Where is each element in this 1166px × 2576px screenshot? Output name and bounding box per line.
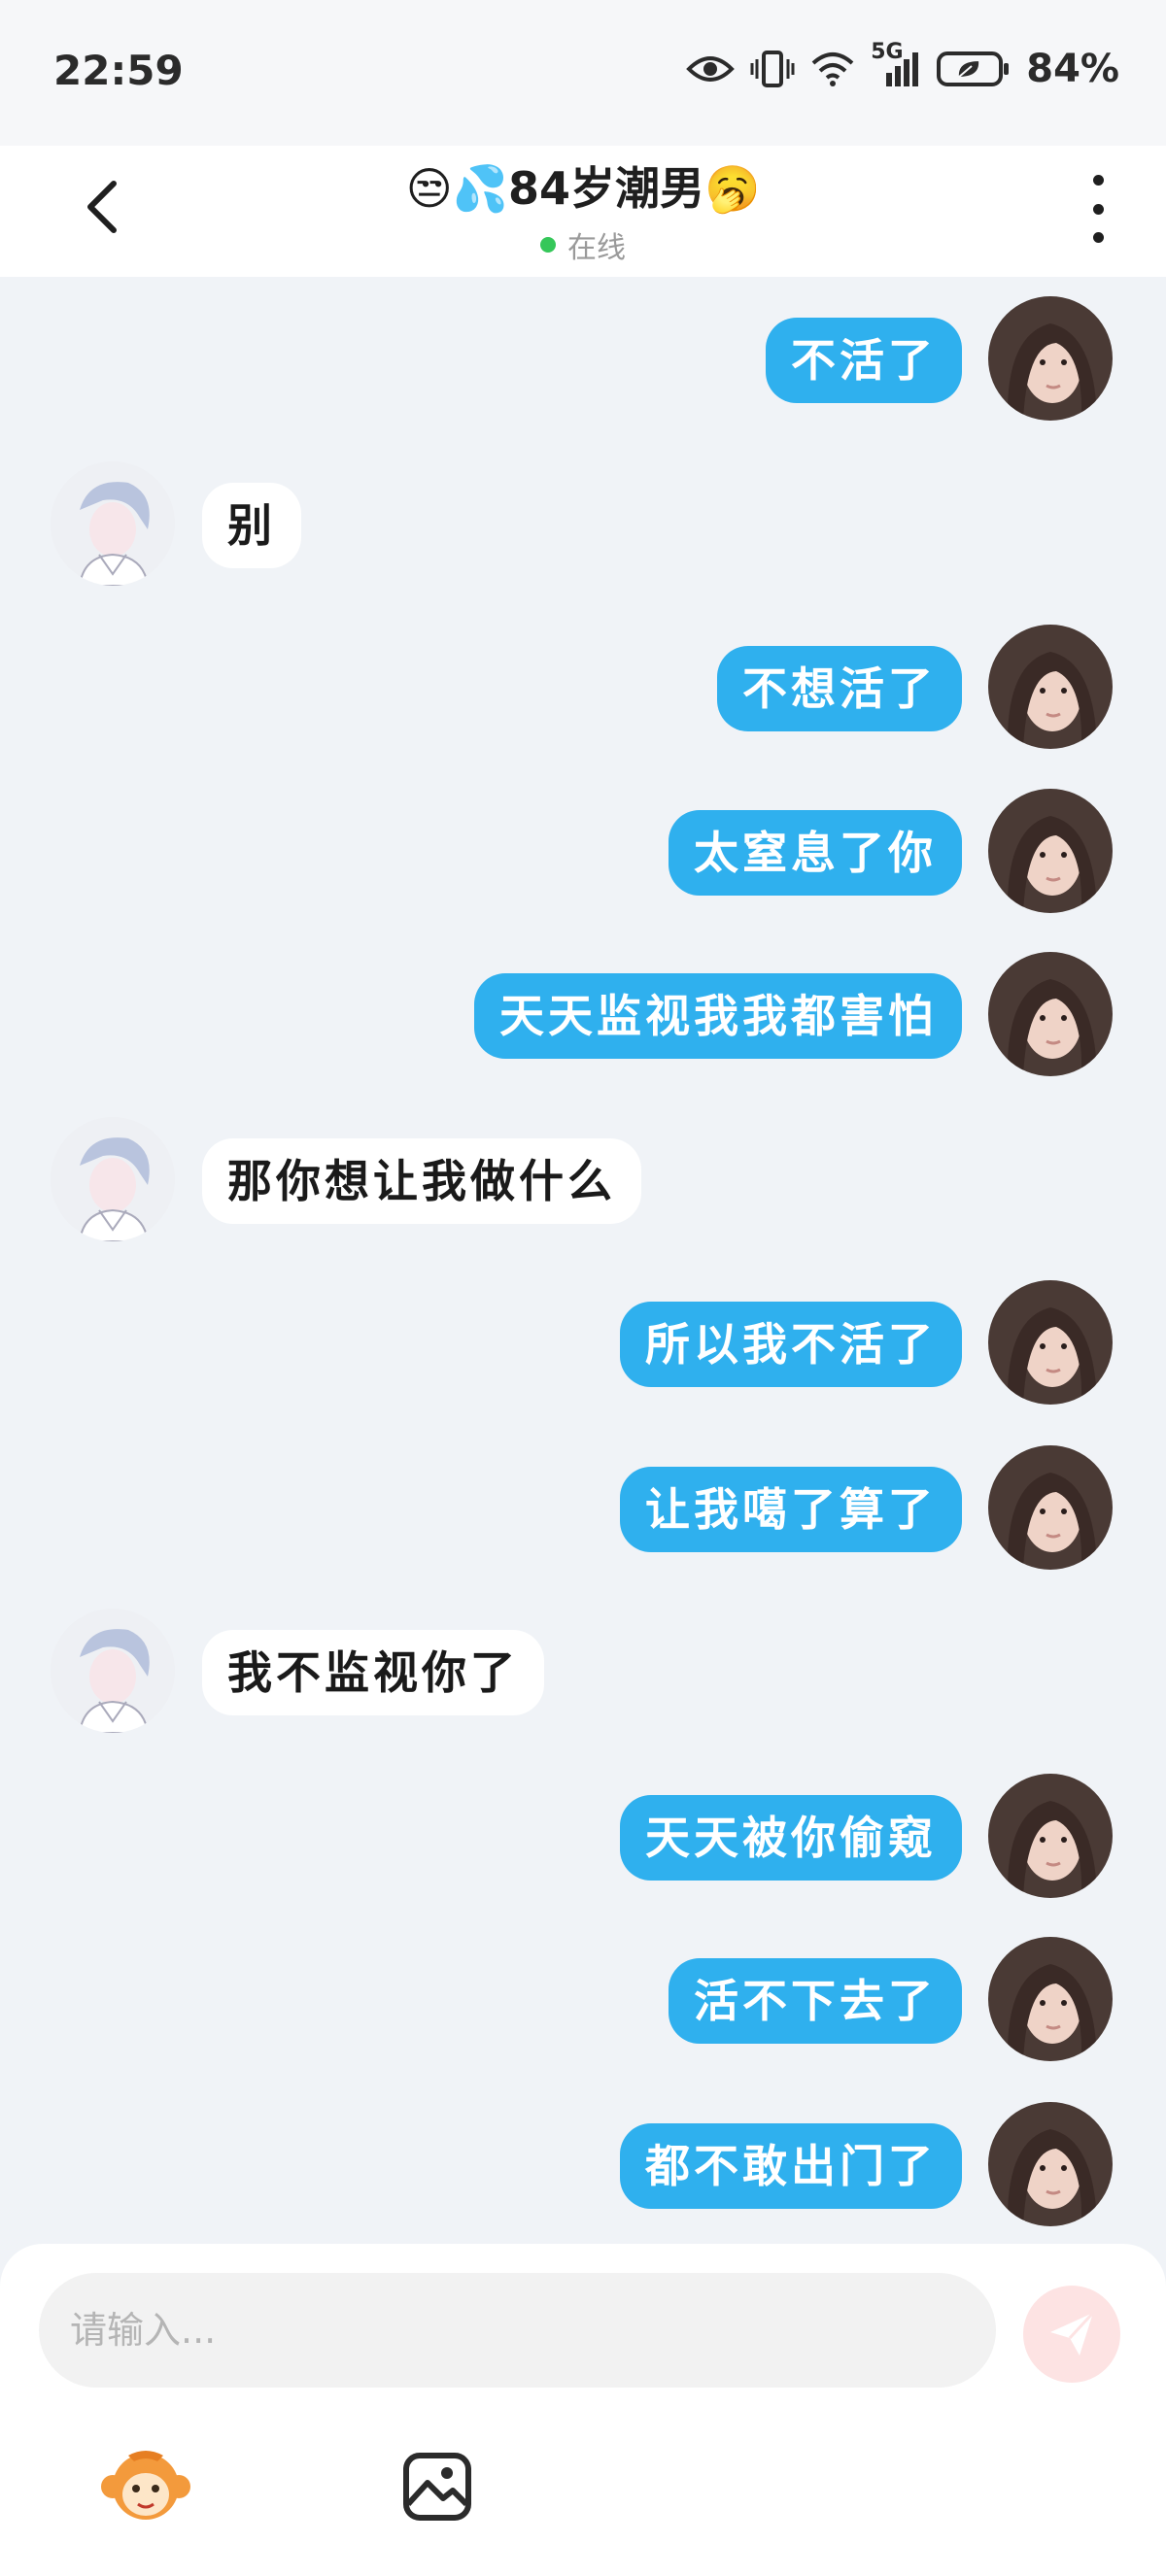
my-avatar[interactable] [988,296,1113,421]
my-avatar[interactable] [988,2102,1113,2226]
message-row: 天天监视我我都害怕 [0,952,1166,1078]
vibrate-icon [750,50,795,88]
message-bubble[interactable]: 我不监视你了 [202,1630,544,1715]
title-block: 😒💦84岁潮男🥱 在线 [0,153,1166,266]
message-row: 那你想让我做什么 [0,1117,1166,1243]
network-type-label: 5G [871,40,904,64]
message-bubble[interactable]: 活不下去了 [669,1958,962,2044]
message-bubble[interactable]: 天天被你偷窥 [620,1795,962,1881]
image-icon [403,2453,471,2521]
message-input[interactable] [39,2273,996,2388]
message-bubble[interactable]: 都不敢出门了 [620,2123,962,2209]
message-row: 太窒息了你 [0,789,1166,915]
message-bubble[interactable]: 那你想让我做什么 [202,1138,641,1224]
send-button[interactable] [1023,2286,1120,2383]
eye-icon [686,53,736,85]
message-row: 都不敢出门了 [0,2102,1166,2228]
contact-avatar[interactable] [51,461,175,586]
cellular-signal-icon: 5G [871,40,921,88]
online-status: 在线 [0,223,1166,266]
message-row: 活不下去了 [0,1937,1166,2063]
message-bubble[interactable]: 让我噶了算了 [620,1467,962,1552]
message-bubble[interactable]: 不想活了 [717,646,962,731]
status-icons: 5G 84% [686,40,1119,91]
sticker-button[interactable] [97,2438,194,2535]
status-time: 22:59 [53,47,184,94]
message-row: 不想活了 [0,625,1166,751]
my-avatar[interactable] [988,789,1113,913]
online-status-label: 在线 [567,231,626,265]
status-bar: 22:59 5G 84% [0,0,1166,146]
my-avatar[interactable] [988,625,1113,749]
online-dot [540,237,556,253]
message-bubble[interactable]: 太窒息了你 [669,810,962,896]
battery-icon [937,51,1011,87]
message-bubble[interactable]: 不活了 [766,318,962,403]
more-button[interactable] [1083,175,1113,243]
my-avatar[interactable] [988,1774,1113,1898]
contact-avatar[interactable] [51,1117,175,1241]
message-row: 天天被你偷窥 [0,1774,1166,1900]
message-row: 不活了 [0,296,1166,423]
contact-avatar[interactable] [51,1609,175,1733]
wifi-icon [810,51,855,87]
message-bubble[interactable]: 天天监视我我都害怕 [474,973,962,1059]
message-row: 别 [0,461,1166,588]
message-row: 让我噶了算了 [0,1445,1166,1572]
message-bubble[interactable]: 所以我不活了 [620,1302,962,1387]
my-avatar[interactable] [988,952,1113,1076]
my-avatar[interactable] [988,1445,1113,1570]
message-bubble[interactable]: 别 [202,483,301,568]
my-avatar[interactable] [988,1937,1113,2061]
message-row: 所以我不活了 [0,1280,1166,1407]
send-icon [1050,2311,1095,2356]
my-avatar[interactable] [988,1280,1113,1405]
message-list[interactable]: 不活了 别 不想活了 太窒息了你 天天监视我我都害怕 那你想让我做什么 所以我不… [0,277,1166,2244]
chat-header: 😒💦84岁潮男🥱 在线 [0,146,1166,277]
more-vertical-icon [1092,175,1104,186]
chat-title: 😒💦84岁潮男🥱 [405,162,761,215]
message-row: 我不监视你了 [0,1609,1166,1735]
composer-panel [0,2244,1166,2576]
battery-percent: 84% [1026,47,1119,91]
image-button[interactable] [389,2438,486,2535]
monkey-sticker-icon [101,2451,190,2520]
